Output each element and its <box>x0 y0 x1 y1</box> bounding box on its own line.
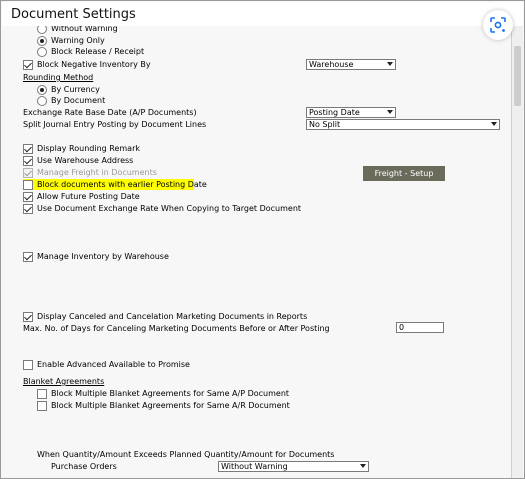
max-days-input[interactable]: 0 <box>396 322 444 333</box>
manage-freight-checkbox[interactable]: Manage Freight in Documents <box>23 167 157 178</box>
use-warehouse-address-checkbox[interactable]: Use Warehouse Address <box>23 155 133 166</box>
use-doc-exchange-rate-checkbox[interactable]: Use Document Exchange Rate When Copying … <box>23 203 301 214</box>
max-days-label: Max. No. of Days for Canceling Marketing… <box>23 324 330 333</box>
manage-inventory-by-warehouse-checkbox[interactable]: Manage Inventory by Warehouse <box>23 251 169 262</box>
enable-atp-checkbox[interactable]: Enable Advanced Available to Promise <box>23 359 190 370</box>
checkbox[interactable] <box>23 179 33 190</box>
checkbox[interactable] <box>23 167 33 178</box>
exchange-rate-select[interactable]: Posting Date <box>306 107 396 118</box>
split-journal-label: Split Journal Entry Posting by Document … <box>23 120 207 129</box>
radio-button[interactable] <box>37 26 47 34</box>
radio-button[interactable] <box>37 95 47 106</box>
radio-by-document[interactable]: By Document <box>37 95 105 106</box>
block-negative-inventory-checkbox[interactable]: Block Negative Inventory By <box>23 59 151 70</box>
radio-button[interactable] <box>37 46 47 57</box>
radio-block-release[interactable]: Block Release / Receipt <box>37 46 144 57</box>
checkbox[interactable] <box>23 155 33 166</box>
purchase-orders-select[interactable]: Without Warning <box>218 461 369 472</box>
dropdown-arrow-icon <box>360 464 366 468</box>
split-journal-select[interactable]: No Split <box>306 119 500 130</box>
display-canceled-checkbox[interactable]: Display Canceled and Cancelation Marketi… <box>23 311 307 322</box>
allow-future-posting-checkbox[interactable]: Allow Future Posting Date <box>23 191 140 202</box>
lens-icon <box>490 17 506 33</box>
checkbox[interactable] <box>23 203 33 214</box>
title-bar: Document Settings <box>2 2 523 26</box>
exchange-rate-label: Exchange Rate Base Date (A/P Documents) <box>23 108 197 117</box>
visual-search-button[interactable] <box>483 10 513 40</box>
freight-setup-button[interactable]: Freight - Setup <box>363 166 445 181</box>
dropdown-arrow-icon <box>491 122 497 126</box>
checkbox[interactable] <box>23 311 33 322</box>
blanket-agreements-heading: Blanket Agreements <box>23 377 105 386</box>
scroll-thumb[interactable] <box>514 46 521 106</box>
checkbox[interactable] <box>23 191 33 202</box>
display-rounding-checkbox[interactable]: Display Rounding Remark <box>23 143 140 154</box>
block-blanket-ar-checkbox[interactable]: Block Multiple Blanket Agreements for Sa… <box>37 400 290 411</box>
vertical-scrollbar[interactable] <box>511 26 523 478</box>
dropdown-arrow-icon <box>387 110 393 114</box>
rounding-method-heading: Rounding Method <box>23 73 94 82</box>
dropdown-arrow-icon <box>387 62 393 66</box>
radio-by-currency[interactable]: By Currency <box>37 84 100 95</box>
block-blanket-ap-checkbox[interactable]: Block Multiple Blanket Agreements for Sa… <box>37 388 289 399</box>
window-title: Document Settings <box>11 7 136 22</box>
document-settings-window: Document Settings Without Warning Warnin… <box>0 0 525 479</box>
radio-button[interactable] <box>37 35 47 46</box>
checkbox[interactable] <box>23 251 33 262</box>
radio-button[interactable] <box>37 84 47 95</box>
checkbox[interactable] <box>23 143 33 154</box>
checkbox[interactable] <box>37 400 47 411</box>
planned-quantity-label: When Quantity/Amount Exceeds Planned Qua… <box>37 450 335 459</box>
block-negative-select[interactable]: Warehouse <box>306 59 396 70</box>
checkbox[interactable] <box>37 388 47 399</box>
checkbox[interactable] <box>23 359 33 370</box>
radio-warning-only[interactable]: Warning Only <box>37 35 105 46</box>
checkbox[interactable] <box>23 59 33 70</box>
block-earlier-posting-checkbox[interactable]: Block documents with earlier Posting Dat… <box>23 179 207 190</box>
purchase-orders-label: Purchase Orders <box>51 462 117 471</box>
settings-content: Without Warning Warning Only Block Relea… <box>2 26 512 478</box>
radio-without-warning[interactable]: Without Warning <box>37 26 118 34</box>
